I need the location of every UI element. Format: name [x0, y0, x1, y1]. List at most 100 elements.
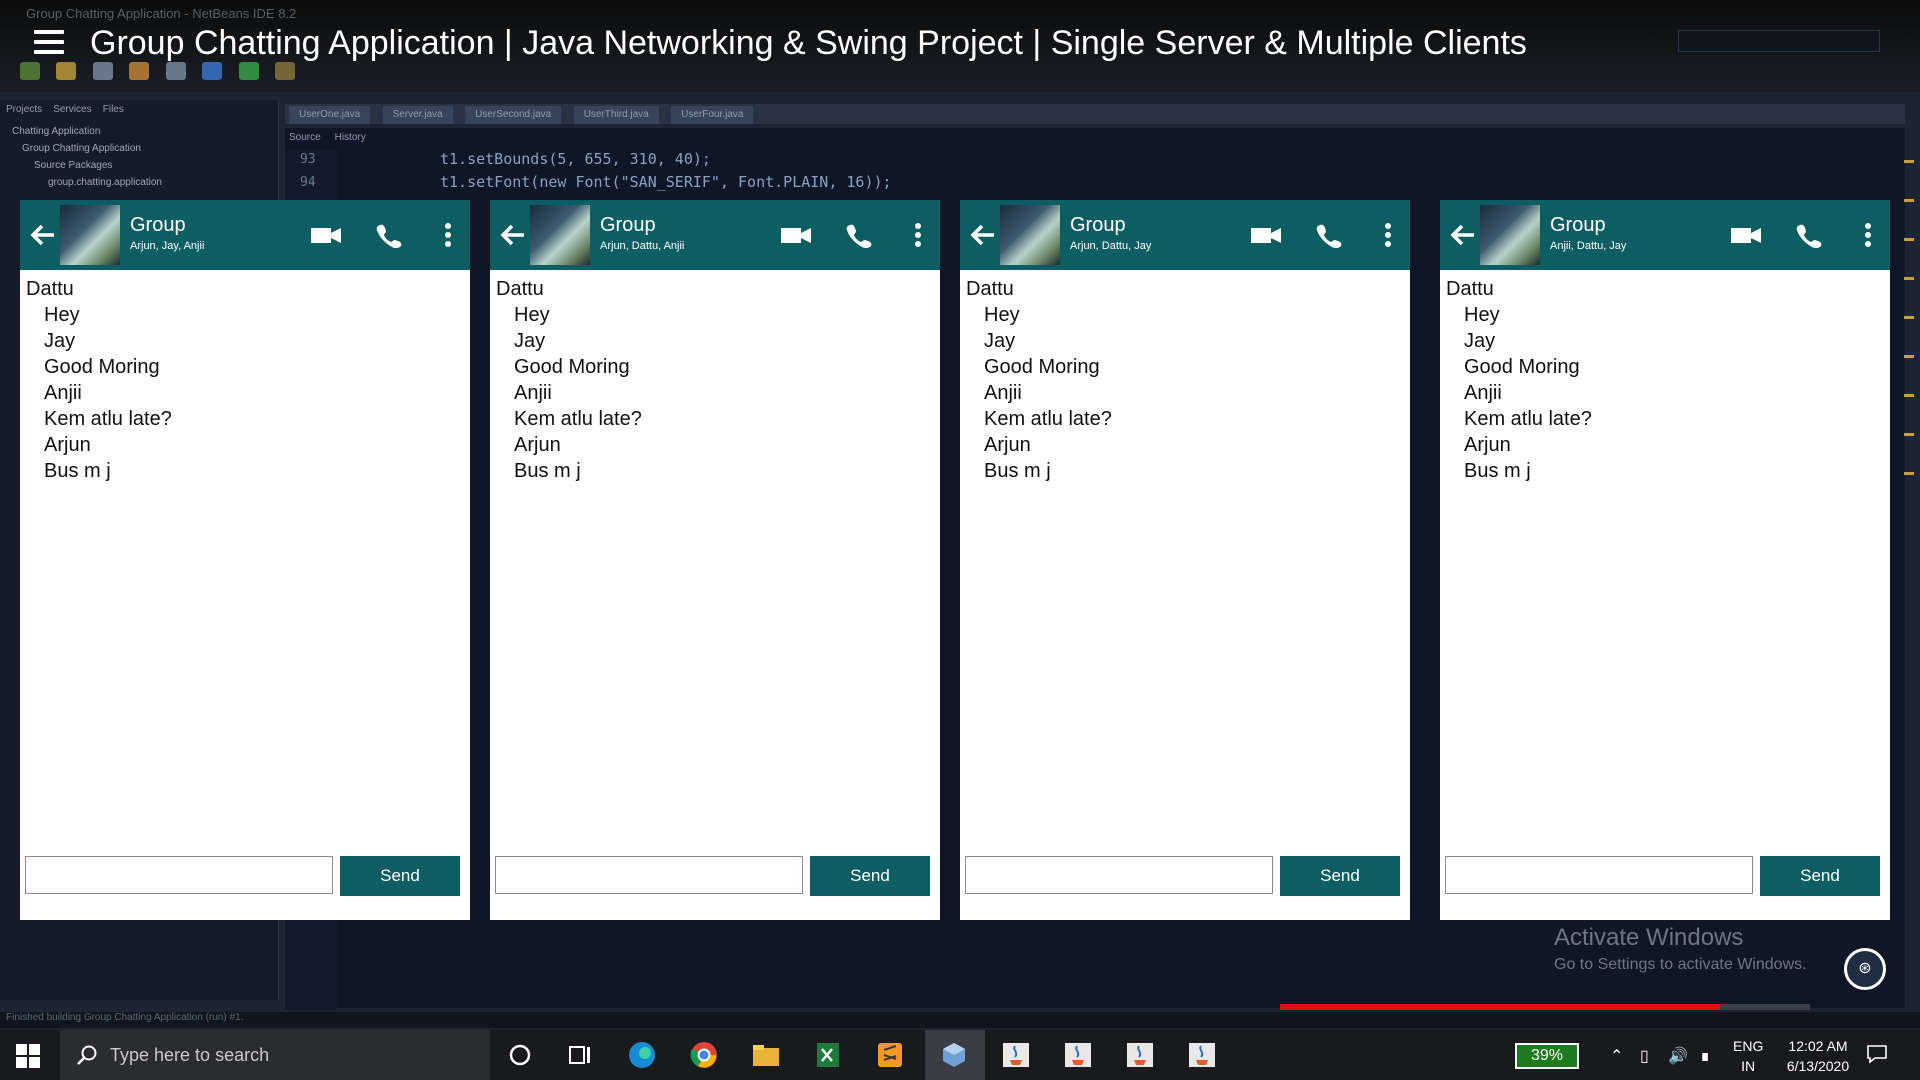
tree-item[interactable]: Chatting Application — [12, 126, 100, 137]
volume-icon[interactable]: 🔊 — [1668, 1046, 1688, 1066]
message: Jay — [514, 330, 546, 352]
message: Arjun — [984, 434, 1031, 456]
code-line: t1.setBounds(5, 655, 310, 40); — [440, 150, 711, 168]
message: Good Moring — [1464, 356, 1580, 378]
phone-icon[interactable] — [1314, 220, 1346, 250]
more-options-icon[interactable] — [902, 220, 934, 250]
video-title-bar: Group Chatting Application - NetBeans ID… — [0, 0, 1920, 92]
editor-tab[interactable]: UserThird.java — [573, 106, 659, 124]
excel-icon[interactable] — [812, 1040, 844, 1070]
tab-source[interactable]: Source — [289, 132, 321, 143]
more-options-icon[interactable] — [1372, 220, 1404, 250]
group-title: Group — [600, 214, 656, 236]
group-title: Group — [130, 214, 186, 236]
message: Good Moring — [44, 356, 160, 378]
java-icon[interactable] — [1000, 1040, 1032, 1070]
open-project-icon[interactable] — [56, 62, 77, 80]
tab-services[interactable]: Services — [53, 104, 91, 115]
tab-files[interactable]: Files — [103, 104, 124, 115]
java-icon[interactable] — [1124, 1040, 1156, 1070]
message-sender: Dattu — [496, 278, 544, 300]
video-progress-bar[interactable] — [1280, 1004, 1810, 1010]
message-input[interactable] — [495, 856, 803, 894]
more-options-icon[interactable] — [1852, 220, 1884, 250]
ide-search-input[interactable] — [1678, 30, 1880, 52]
chevron-up-icon[interactable]: ⌃ — [1610, 1046, 1623, 1066]
sublime-icon[interactable] — [874, 1040, 906, 1070]
phone-icon[interactable] — [374, 220, 406, 250]
tree-item[interactable]: group.chatting.application — [48, 177, 162, 188]
back-arrow-icon[interactable] — [1448, 220, 1478, 250]
group-avatar — [1480, 205, 1540, 265]
notification-icon[interactable] — [1866, 1044, 1888, 1064]
tree-item[interactable]: Source Packages — [34, 160, 112, 171]
editor-tab[interactable]: UserFour.java — [671, 106, 754, 124]
tab-projects[interactable]: Projects — [6, 104, 42, 115]
back-arrow-icon[interactable] — [968, 220, 998, 250]
cortana-icon[interactable] — [504, 1040, 536, 1070]
chrome-icon[interactable] — [688, 1040, 720, 1070]
message-list: Dattu Hey Jay Good Moring Anjii Kem atlu… — [1446, 276, 1592, 484]
video-title: Group Chatting Application | Java Networ… — [90, 24, 1527, 62]
send-button[interactable]: Send — [1280, 856, 1400, 896]
windows-start-icon[interactable] — [16, 1044, 40, 1068]
debug-icon[interactable] — [275, 62, 296, 80]
edge-icon[interactable] — [626, 1040, 658, 1070]
status-text: Finished building Group Chatting Applica… — [6, 1012, 244, 1023]
menu-icon[interactable] — [34, 30, 64, 58]
message: Jay — [1464, 330, 1496, 352]
java-icon[interactable] — [1062, 1040, 1094, 1070]
system-clock[interactable]: 12:02 AM 6/13/2020 — [1775, 1036, 1861, 1076]
editor-tab[interactable]: Server.java — [382, 106, 453, 124]
message-input[interactable] — [965, 856, 1273, 894]
back-arrow-icon[interactable] — [28, 220, 58, 250]
java-icon[interactable] — [1186, 1040, 1218, 1070]
tree-item[interactable]: Group Chatting Application — [22, 143, 141, 154]
video-call-icon[interactable] — [780, 220, 812, 250]
clock-time: 12:02 AM — [1788, 1038, 1848, 1054]
phone-icon[interactable] — [844, 220, 876, 250]
undo-icon[interactable] — [129, 62, 150, 80]
group-members: Arjun, Jay, Anjii — [130, 240, 205, 252]
video-call-icon[interactable] — [1250, 220, 1282, 250]
taskbar-search-box[interactable]: Type here to search — [60, 1030, 490, 1080]
save-all-icon[interactable] — [92, 62, 113, 80]
message: Hey — [44, 304, 80, 326]
tab-history[interactable]: History — [335, 132, 366, 143]
video-call-icon[interactable] — [1730, 220, 1762, 250]
search-placeholder: Type here to search — [110, 1045, 270, 1065]
virtualbox-icon[interactable] — [938, 1040, 970, 1070]
chat-window-1: Group Arjun, Jay, Anjii Dattu Hey Jay Go… — [20, 200, 470, 920]
language-indicator[interactable]: ENG IN — [1733, 1036, 1763, 1076]
new-project-icon[interactable] — [20, 62, 40, 80]
send-button[interactable]: Send — [810, 856, 930, 896]
message-list: Dattu Hey Jay Good Moring Anjii Kem atlu… — [26, 276, 172, 484]
editor-tab[interactable]: UserSecond.java — [465, 106, 562, 124]
send-button[interactable]: Send — [1760, 856, 1880, 896]
redo-icon[interactable] — [165, 62, 186, 80]
message-input[interactable] — [1445, 856, 1753, 894]
message-input[interactable] — [25, 856, 333, 894]
message: Bus m j — [984, 460, 1051, 482]
more-options-icon[interactable] — [432, 220, 464, 250]
chat-header: Group Arjun, Jay, Anjii — [20, 200, 470, 270]
send-button[interactable]: Send — [340, 856, 460, 896]
back-arrow-icon[interactable] — [498, 220, 528, 250]
battery-badge: 39% — [1515, 1043, 1579, 1069]
phone-icon[interactable] — [1794, 220, 1826, 250]
group-title: Group — [1550, 214, 1606, 236]
editor-tabs: UserOne.java Server.java UserSecond.java… — [285, 104, 1905, 124]
chat-header: Group Arjun, Dattu, Anjii — [490, 200, 940, 270]
build-icon[interactable] — [202, 62, 223, 80]
video-call-icon[interactable] — [310, 220, 342, 250]
task-view-icon[interactable] — [564, 1040, 596, 1070]
file-explorer-icon[interactable] — [750, 1040, 782, 1070]
editor-tab[interactable]: UserOne.java — [289, 106, 371, 124]
chat-window-2: Group Arjun, Dattu, Anjii Dattu Hey Jay … — [490, 200, 940, 920]
editor-scroll-markers — [1904, 160, 1914, 760]
wifi-icon[interactable]: ∎ — [1700, 1046, 1710, 1066]
run-icon[interactable] — [238, 62, 259, 80]
battery-icon[interactable]: ▯ — [1640, 1046, 1649, 1066]
message: Hey — [514, 304, 550, 326]
group-avatar — [1000, 205, 1060, 265]
